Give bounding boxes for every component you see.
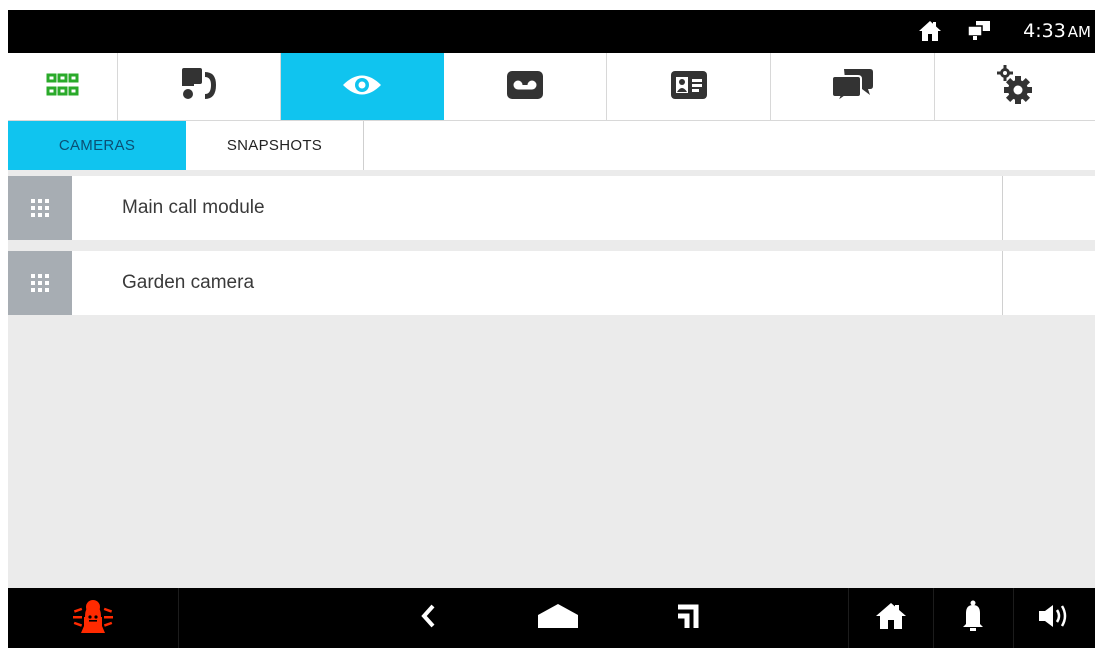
home-icon <box>875 602 907 634</box>
clock: 4:33 AM <box>1023 20 1091 42</box>
tab-cameras-list[interactable]: CAMERAS <box>8 121 186 170</box>
volume-button[interactable] <box>1013 588 1095 648</box>
nav-divider <box>178 588 179 648</box>
back-button[interactable] <box>403 588 453 648</box>
eye-icon <box>341 72 383 102</box>
alarm-button[interactable] <box>8 588 178 648</box>
keypad-icon[interactable] <box>8 176 72 240</box>
settings-gears-icon <box>996 64 1034 110</box>
camera-name: Garden camera <box>122 272 255 293</box>
tab-messages[interactable] <box>771 53 935 120</box>
sub-tabs-spacer <box>364 121 1095 170</box>
camera-row-garden-camera[interactable]: Garden camera <box>8 251 1095 315</box>
camera-sub-tabs: CAMERAS SNAPSHOTS <box>8 121 1095 170</box>
device-screen: 4:33 AM CAMERAS SNAPSHOTS Main call modu… <box>8 10 1095 648</box>
tab-apps[interactable] <box>8 53 118 120</box>
apps-grid-icon <box>46 73 80 101</box>
recent-apps-icon <box>676 602 700 634</box>
contact-card-icon <box>670 70 708 104</box>
row-divider <box>1002 176 1003 240</box>
intercom-icon <box>180 66 218 108</box>
camera-row-main-call-module[interactable]: Main call module <box>8 176 1095 240</box>
back-icon <box>420 604 436 632</box>
home-button[interactable] <box>533 588 583 648</box>
home-shortcut-button[interactable] <box>848 588 933 648</box>
tab-contacts[interactable] <box>607 53 771 120</box>
tab-snapshots[interactable]: SNAPSHOTS <box>186 121 364 170</box>
clock-time: 4:33 <box>1023 20 1066 42</box>
bottom-nav-bar <box>8 588 1095 648</box>
tab-intercom[interactable] <box>118 53 281 120</box>
tab-voicemail[interactable] <box>444 53 607 120</box>
tab-settings[interactable] <box>935 53 1095 120</box>
alarm-icon <box>72 597 114 639</box>
row-divider <box>1002 251 1003 315</box>
network-icon <box>966 20 992 46</box>
clock-ampm: AM <box>1067 23 1091 41</box>
volume-icon <box>1037 603 1071 633</box>
home-button-icon <box>537 603 579 633</box>
tab-cameras[interactable] <box>281 53 444 120</box>
status-bar: 4:33 AM <box>8 10 1095 53</box>
voicemail-icon <box>506 70 544 104</box>
main-tab-bar <box>8 53 1095 121</box>
keypad-icon[interactable] <box>8 251 72 315</box>
chat-bubbles-icon <box>830 67 874 107</box>
camera-name: Main call module <box>122 197 265 218</box>
notifications-button[interactable] <box>933 588 1013 648</box>
home-icon <box>918 20 942 46</box>
recent-apps-button[interactable] <box>663 588 713 648</box>
bell-icon <box>961 600 985 636</box>
